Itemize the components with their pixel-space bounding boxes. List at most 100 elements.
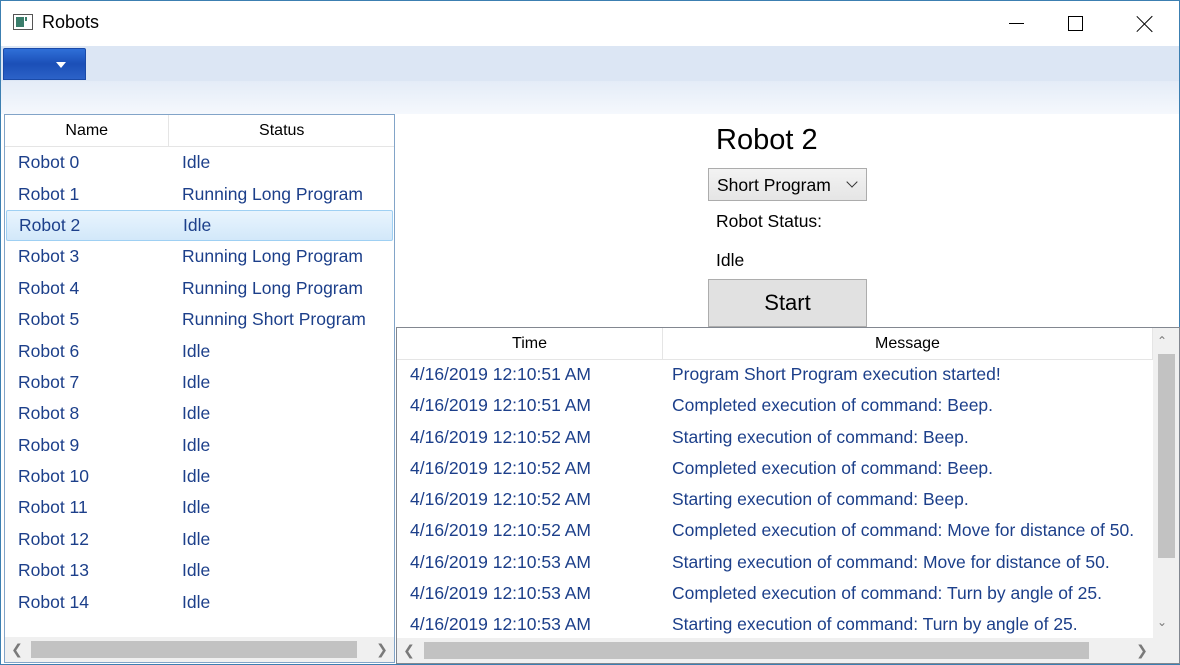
robot-name-cell: Robot 12 xyxy=(18,528,90,549)
ribbon-band xyxy=(1,81,1179,114)
robot-list-horizontal-scrollbar[interactable]: ❮ ❯ xyxy=(5,637,394,662)
robot-status-cell: Running Long Program xyxy=(182,183,363,204)
log-message-cell: Starting execution of command: Beep. xyxy=(672,489,969,510)
log-list-header: Time Message xyxy=(397,328,1179,360)
robot-status-cell: Idle xyxy=(182,466,211,487)
table-row[interactable]: 4/16/2019 12:10:53 AM Starting execution … xyxy=(397,610,1153,641)
robot-name-cell: Robot 5 xyxy=(18,309,80,330)
scroll-right-icon[interactable]: ❯ xyxy=(1132,638,1152,663)
table-row[interactable]: Robot 11 Idle xyxy=(5,492,394,523)
table-row[interactable]: Robot 12 Idle xyxy=(5,524,394,555)
robot-list-header: Name Status xyxy=(5,115,394,147)
scroll-left-icon[interactable]: ❮ xyxy=(399,638,419,663)
robot-status-cell: Idle xyxy=(182,340,211,361)
program-select[interactable]: Short Program xyxy=(708,168,867,201)
title-bar[interactable]: Robots xyxy=(1,1,1179,46)
log-time-cell: 4/16/2019 12:10:51 AM xyxy=(410,395,591,416)
maximize-button[interactable] xyxy=(1046,1,1104,46)
app-window-icon xyxy=(13,14,33,30)
table-row[interactable]: Robot 5 Running Short Program xyxy=(5,304,394,335)
robot-status-cell: Idle xyxy=(182,560,211,581)
robot-status-cell: Idle xyxy=(182,434,211,455)
table-row[interactable]: Robot 14 Idle xyxy=(5,586,394,617)
robot-status-cell: Idle xyxy=(183,214,212,235)
log-message-cell: Completed execution of command: Beep. xyxy=(672,457,994,478)
table-row[interactable]: Robot 13 Idle xyxy=(5,555,394,586)
log-time-cell: 4/16/2019 12:10:52 AM xyxy=(410,489,591,510)
robot-name-cell: Robot 1 xyxy=(18,183,80,204)
table-row[interactable]: 4/16/2019 12:10:52 AM Starting execution … xyxy=(397,485,1153,516)
table-row[interactable]: 4/16/2019 12:10:51 AM Completed execution… xyxy=(397,391,1153,422)
table-row[interactable]: Robot 6 Idle xyxy=(5,335,394,366)
log-message-cell: Starting execution of command: Turn by a… xyxy=(672,614,1078,635)
robot-name-cell: Robot 14 xyxy=(18,591,90,612)
table-row[interactable]: Robot 7 Idle xyxy=(5,367,394,398)
robot-name-cell: Robot 9 xyxy=(18,434,80,455)
minimize-icon xyxy=(1008,23,1024,24)
robot-status-cell: Idle xyxy=(182,152,211,173)
start-button[interactable]: Start xyxy=(708,279,867,327)
column-header-name[interactable]: Name xyxy=(5,115,170,147)
table-row[interactable]: Robot 0 Idle xyxy=(5,147,394,178)
table-row[interactable]: Robot 8 Idle xyxy=(5,398,394,429)
table-row[interactable]: 4/16/2019 12:10:51 AM Program Short Progr… xyxy=(397,360,1153,391)
column-header-message[interactable]: Message xyxy=(663,328,1153,360)
log-time-cell: 4/16/2019 12:10:52 AM xyxy=(410,520,591,541)
close-icon xyxy=(1136,15,1154,33)
scrollbar-thumb[interactable] xyxy=(1158,354,1175,558)
scroll-up-icon[interactable]: ⌃ xyxy=(1157,334,1167,348)
ribbon-menu-bar xyxy=(1,46,1179,81)
scroll-down-icon[interactable]: ⌄ xyxy=(1157,615,1167,629)
application-menu-button[interactable] xyxy=(3,48,86,80)
log-time-cell: 4/16/2019 12:10:52 AM xyxy=(410,426,591,447)
log-list[interactable]: Time Message 4/16/2019 12:10:51 AM Progra… xyxy=(396,327,1180,664)
robot-status-cell: Running Short Program xyxy=(182,309,366,330)
column-header-time[interactable]: Time xyxy=(397,328,663,360)
table-row[interactable]: 4/16/2019 12:10:53 AM Starting execution … xyxy=(397,548,1153,579)
log-time-cell: 4/16/2019 12:10:53 AM xyxy=(410,614,591,635)
scrollbar-thumb[interactable] xyxy=(424,642,1089,659)
log-time-cell: 4/16/2019 12:10:53 AM xyxy=(410,583,591,604)
log-message-cell: Completed execution of command: Move for… xyxy=(672,520,1135,541)
robot-name-cell: Robot 3 xyxy=(18,246,80,267)
table-row[interactable]: Robot 1 Running Long Program xyxy=(5,178,394,209)
robot-status-cell: Running Long Program xyxy=(182,246,363,267)
robot-name-cell: Robot 8 xyxy=(18,403,80,424)
robot-status-cell: Idle xyxy=(182,591,211,612)
log-message-cell: Completed execution of command: Beep. xyxy=(672,395,994,416)
minimize-button[interactable] xyxy=(987,1,1045,46)
log-message-cell: Starting execution of command: Beep. xyxy=(672,426,969,447)
table-row[interactable]: Robot 9 Idle xyxy=(5,430,394,461)
scroll-right-icon[interactable]: ❯ xyxy=(372,637,392,662)
table-row[interactable]: Robot 3 Running Long Program xyxy=(5,241,394,272)
robot-name-cell: Robot 4 xyxy=(18,277,80,298)
app-window: Robots Name Status Robot 0 Idle Robot 1 Run… xyxy=(0,0,1180,665)
log-message-cell: Starting execution of command: Move for … xyxy=(672,551,1110,572)
table-row[interactable]: Robot 2 Idle xyxy=(6,209,393,242)
log-message-cell: Program Short Program execution started! xyxy=(672,364,1001,384)
robot-name-cell: Robot 10 xyxy=(18,466,90,487)
scrollbar-thumb[interactable] xyxy=(31,641,357,658)
column-header-status[interactable]: Status xyxy=(169,115,394,147)
robot-name-cell: Robot 7 xyxy=(18,371,80,392)
scroll-left-icon[interactable]: ❮ xyxy=(7,637,27,662)
chevron-down-icon xyxy=(56,62,66,68)
robot-name-cell: Robot 0 xyxy=(18,152,80,173)
log-vertical-scrollbar[interactable]: ⌃ ⌄ xyxy=(1153,328,1179,637)
robot-status-cell: Running Long Program xyxy=(182,277,363,298)
table-row[interactable]: 4/16/2019 12:10:52 AM Completed execution… xyxy=(397,516,1153,547)
table-row[interactable]: 4/16/2019 12:10:52 AM Starting execution … xyxy=(397,423,1153,454)
table-row[interactable]: 4/16/2019 12:10:53 AM Completed execution… xyxy=(397,579,1153,610)
table-row[interactable]: 4/16/2019 12:10:52 AM Completed execution… xyxy=(397,454,1153,485)
maximize-icon xyxy=(1067,16,1083,31)
window-title: Robots xyxy=(42,12,100,32)
table-row[interactable]: Robot 10 Idle xyxy=(5,461,394,492)
log-message-cell: Completed execution of command: Turn by … xyxy=(672,583,1102,604)
robot-status-value: Idle xyxy=(716,250,745,270)
robot-title: Robot 2 xyxy=(716,124,818,156)
log-horizontal-scrollbar[interactable]: ❮ ❯ xyxy=(397,638,1154,663)
table-row[interactable]: Robot 4 Running Long Program xyxy=(5,273,394,304)
close-button[interactable] xyxy=(1116,1,1174,46)
robot-list[interactable]: Name Status Robot 0 Idle Robot 1 Running Lo… xyxy=(4,114,395,663)
robot-name-cell: Robot 2 xyxy=(19,214,81,235)
